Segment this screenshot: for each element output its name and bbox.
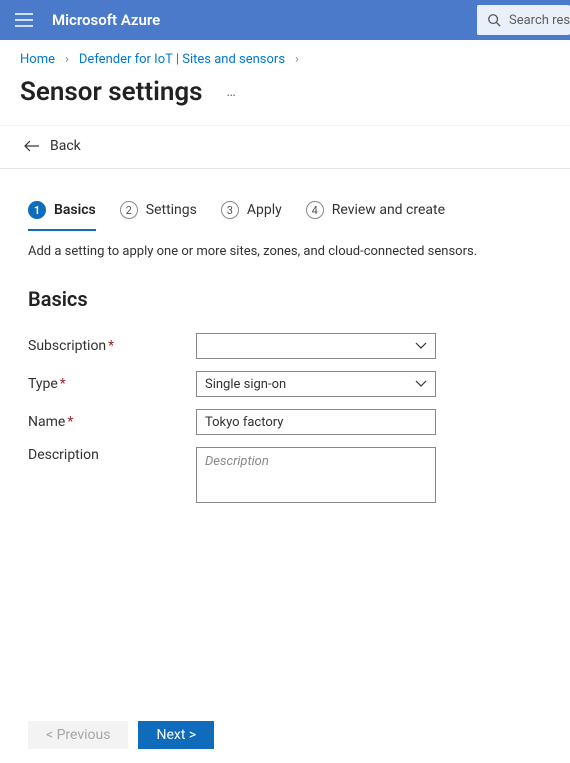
tab-review-and-create[interactable]: 4 Review and create [306,201,445,229]
step-label: Basics [54,202,96,218]
wizard-footer: < Previous Next > [0,709,570,763]
form-row-name: Name* [28,409,542,435]
more-actions-button[interactable]: … [227,84,237,100]
description-textarea[interactable] [196,447,436,503]
chevron-down-icon [415,339,427,354]
tab-basics[interactable]: 1 Basics [28,201,96,231]
wizard-stepper: 1 Basics 2 Settings 3 Apply 4 Review and… [28,201,542,232]
step-number: 2 [120,201,138,219]
required-indicator: * [67,414,73,430]
hamburger-menu-button[interactable] [0,0,48,40]
step-number: 4 [306,201,324,219]
step-number: 1 [28,201,46,219]
label-text: Name [28,414,65,430]
hamburger-icon [15,13,33,27]
previous-button[interactable]: < Previous [28,721,128,749]
chevron-down-icon [415,377,427,392]
breadcrumb-defender-sites-sensors[interactable]: Defender for IoT | Sites and sensors [79,52,285,67]
label-text: Subscription [28,338,106,354]
back-label: Back [50,138,81,154]
page-title-row: Sensor settings … [0,71,570,125]
chevron-right-icon: › [295,52,299,67]
brand-title: Microsoft Azure [52,11,160,29]
back-button[interactable]: Back [0,125,570,169]
required-indicator: * [108,338,114,354]
label-text: Type [28,376,58,392]
type-value: Single sign-on [205,377,286,392]
step-label: Review and create [332,202,445,218]
tab-settings[interactable]: 2 Settings [120,201,197,229]
top-bar: Microsoft Azure Search resou [0,0,570,40]
chevron-right-icon: › [65,52,69,67]
step-description: Add a setting to apply one or more sites… [28,244,542,259]
name-input[interactable] [196,409,436,435]
breadcrumb-home[interactable]: Home [20,52,55,67]
basics-form: Subscription* Type* Single sign-on [28,333,542,507]
type-select[interactable]: Single sign-on [196,371,436,397]
form-row-type: Type* Single sign-on [28,371,542,397]
content-area: 1 Basics 2 Settings 3 Apply 4 Review and… [0,177,570,507]
form-row-subscription: Subscription* [28,333,542,359]
tab-apply[interactable]: 3 Apply [221,201,282,229]
global-search[interactable]: Search resou [477,5,570,35]
section-heading-basics: Basics [28,287,542,311]
description-label: Description [28,447,196,463]
search-placeholder: Search resou [509,13,570,28]
name-label: Name* [28,414,196,430]
step-label: Apply [247,202,282,218]
required-indicator: * [60,376,66,392]
step-label: Settings [146,202,197,218]
page-title: Sensor settings [20,77,203,107]
subscription-label: Subscription* [28,338,196,354]
next-button[interactable]: Next > [138,721,214,749]
step-number: 3 [221,201,239,219]
form-row-description: Description [28,447,542,507]
search-icon [487,13,501,27]
breadcrumb: Home › Defender for IoT | Sites and sens… [0,40,570,71]
type-label: Type* [28,376,196,392]
subscription-select[interactable] [196,333,436,359]
arrow-left-icon [24,140,40,152]
